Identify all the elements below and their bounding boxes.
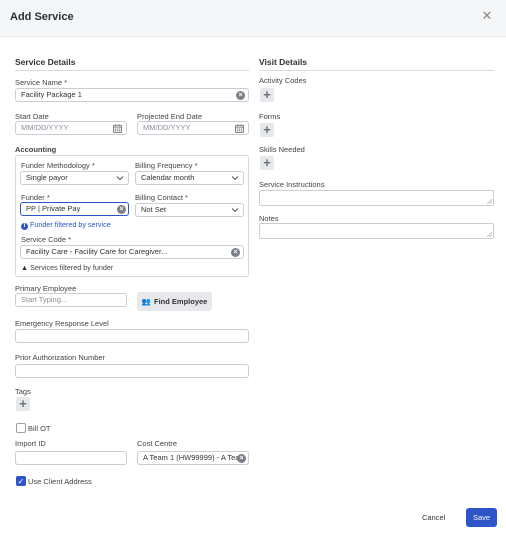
funder-input[interactable]: PP | Private Pay <box>20 202 129 216</box>
skills-needed-label: Skills Needed <box>259 145 305 154</box>
accounting-heading: Accounting <box>15 145 57 154</box>
funder-methodology-select[interactable]: Single payor <box>20 171 129 185</box>
start-date-input[interactable]: MM/DD/YYYY <box>15 121 127 135</box>
billing-frequency-label: Billing Frequency * <box>135 161 198 170</box>
chevron-down-icon <box>116 176 124 181</box>
service-details-heading: Service Details <box>15 57 76 67</box>
service-code-label: Service Code * <box>21 235 72 244</box>
clear-cost-centre-icon[interactable]: × <box>237 453 246 463</box>
primary-employee-label: Primary Employee <box>15 284 77 293</box>
service-instructions-textarea[interactable] <box>259 190 494 206</box>
cancel-button[interactable]: Cancel <box>422 513 445 522</box>
service-code-input[interactable]: Facility Care - Facility Care for Caregi… <box>20 245 244 259</box>
tags-label: Tags <box>15 387 31 396</box>
save-button[interactable]: Save <box>466 508 497 527</box>
end-date-input[interactable]: MM/DD/YYYY <box>137 121 249 135</box>
notes-textarea[interactable] <box>259 223 494 239</box>
add-skill-button[interactable]: + <box>260 156 274 170</box>
use-client-address-label: Use Client Address <box>28 477 92 486</box>
info-icon: i <box>21 223 28 230</box>
find-employee-label: Find Employee <box>154 297 208 306</box>
start-date-label: Start Date <box>15 112 49 121</box>
add-activity-code-button[interactable]: + <box>260 88 274 102</box>
import-id-label: Import ID <box>15 439 46 448</box>
service-code-hint: ▲ Services filtered by funder <box>21 263 113 272</box>
prior-authorization-input[interactable] <box>15 364 249 378</box>
clear-service-name-icon[interactable]: × <box>236 90 245 100</box>
activity-codes-label: Activity Codes <box>259 76 307 85</box>
calendar-icon[interactable] <box>113 123 122 133</box>
funder-methodology-label: Funder Methodology * <box>21 161 95 170</box>
add-tag-button[interactable]: + <box>16 397 30 411</box>
funder-label: Funder * <box>21 193 50 202</box>
funder-hint: i Funder filtered by service <box>21 220 111 230</box>
billing-frequency-select[interactable]: Calendar month <box>135 171 244 185</box>
billing-contact-select[interactable]: Not Set <box>135 203 244 217</box>
people-icon: 👥 <box>141 297 151 306</box>
notes-label: Notes <box>259 214 279 223</box>
primary-employee-input[interactable]: Start Typing... <box>15 293 127 307</box>
bill-ot-checkbox[interactable] <box>16 423 26 433</box>
forms-label: Forms <box>259 112 281 121</box>
service-instructions-label: Service Instructions <box>259 180 325 189</box>
service-name-label: Service Name * <box>15 78 68 87</box>
modal-title: Add Service <box>10 11 74 23</box>
emergency-response-input[interactable] <box>15 329 249 343</box>
resize-grip-icon[interactable] <box>487 232 492 237</box>
resize-grip-icon[interactable] <box>487 199 492 204</box>
prior-authorization-label: Prior Authorization Number <box>15 353 106 362</box>
use-client-address-checkbox[interactable]: ✓ <box>16 476 26 486</box>
funder-hint-text: Funder filtered by service <box>30 220 111 229</box>
end-date-label: Projected End Date <box>137 112 203 121</box>
billing-contact-label: Billing Contact * <box>135 193 188 202</box>
calendar-icon[interactable] <box>235 123 244 133</box>
clear-funder-icon[interactable]: × <box>117 204 126 214</box>
bill-ot-label: Bill OT <box>28 424 51 433</box>
visit-details-heading: Visit Details <box>259 57 308 67</box>
close-icon[interactable]: ✕ <box>480 9 494 23</box>
warning-icon: ▲ <box>21 263 29 272</box>
find-employee-button[interactable]: 👥 Find Employee <box>137 292 212 311</box>
service-details-divider <box>15 70 249 71</box>
modal-header: Add Service ✕ <box>0 0 506 37</box>
service-code-hint-text: Services filtered by funder <box>30 263 114 272</box>
cost-centre-label: Cost Centre <box>137 439 178 448</box>
emergency-response-label: Emergency Response Level <box>15 319 109 328</box>
add-form-button[interactable]: + <box>260 123 274 137</box>
service-name-input[interactable]: Facility Package 1 <box>15 88 249 102</box>
visit-details-divider <box>259 70 494 71</box>
chevron-down-icon <box>231 208 239 213</box>
clear-service-code-icon[interactable]: × <box>231 247 240 257</box>
chevron-down-icon <box>231 176 239 181</box>
cost-centre-input[interactable]: A Team 1 (HW99999) - A Tea <box>137 451 249 465</box>
import-id-input[interactable] <box>15 451 127 465</box>
